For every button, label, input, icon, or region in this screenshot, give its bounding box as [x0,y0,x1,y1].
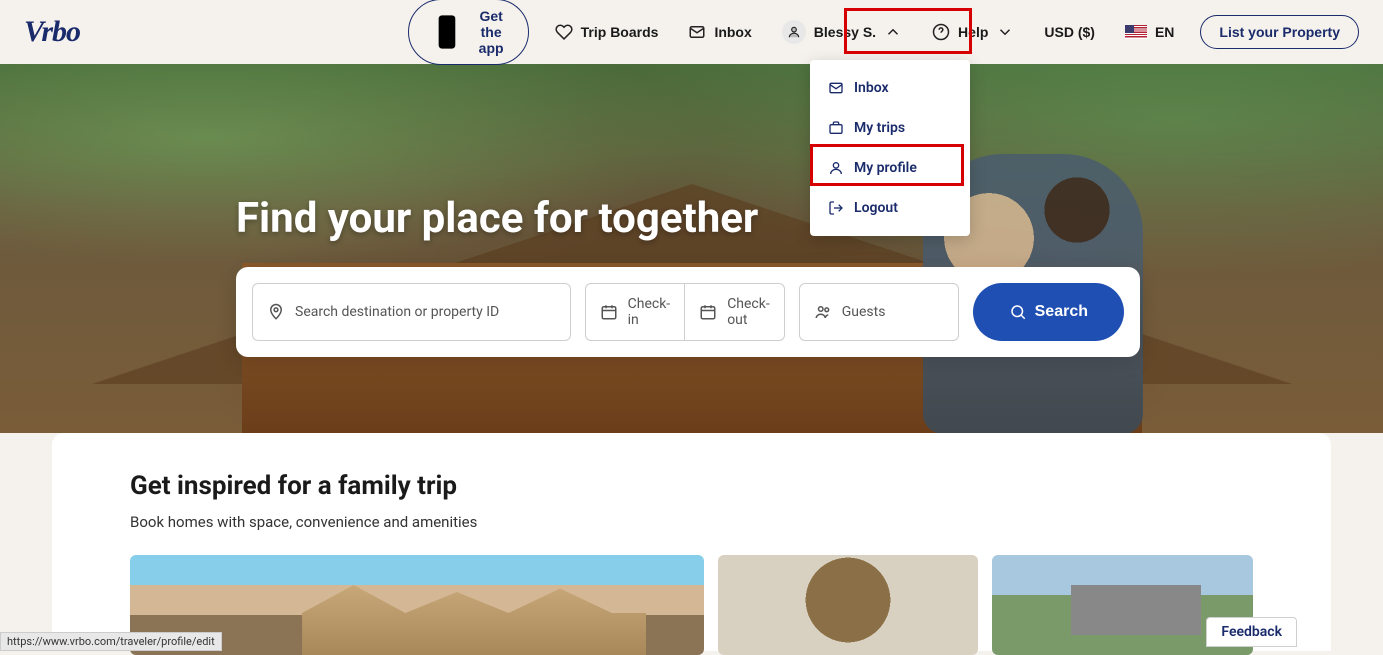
phone-icon [427,12,467,52]
avatar [782,20,806,44]
calendar-icon [699,303,717,321]
calendar-icon [600,303,618,321]
mail-icon [828,80,844,96]
dropdown-my-profile[interactable]: My profile [810,148,970,188]
search-icon [1009,303,1027,321]
language-label: EN [1155,24,1174,40]
dropdown-my-trips[interactable]: My trips [810,108,970,148]
search-button[interactable]: Search [973,283,1124,341]
section-title: Get inspired for a family trip [130,471,1253,501]
hero: Find your place for together Search dest… [0,64,1383,433]
dropdown-my-trips-label: My trips [854,120,905,136]
checkout-input[interactable]: Check-out [685,283,785,341]
person-icon [787,25,801,39]
destination-placeholder: Search destination or property ID [295,304,499,320]
destination-input[interactable]: Search destination or property ID [252,283,571,341]
pin-icon [267,303,285,321]
inbox-label: Inbox [714,24,751,40]
feedback-button[interactable]: Feedback [1206,617,1297,647]
trip-boards-link[interactable]: Trip Boards [551,15,663,49]
mail-icon [688,23,706,41]
get-the-app-button[interactable]: Get the app [408,0,529,65]
header-nav: Get the app Trip Boards Inbox Blessy S. … [408,0,1359,65]
checkin-input[interactable]: Check-in [585,283,686,341]
section-subtitle: Book homes with space, convenience and a… [130,513,1253,531]
get-the-app-label: Get the app [473,8,510,56]
user-icon [828,160,844,176]
logo[interactable]: Vrbo [24,15,80,49]
list-property-label: List your Property [1219,24,1340,40]
search-button-label: Search [1035,303,1088,321]
logout-icon [828,200,844,216]
dropdown-my-profile-label: My profile [854,160,917,176]
search-card: Search destination or property ID Check-… [236,267,1140,357]
header: Vrbo Get the app Trip Boards Inbox Bless… [0,0,1383,64]
recommendation-card[interactable] [718,555,979,655]
briefcase-icon [828,120,844,136]
recommendation-row [130,555,1253,655]
guests-icon [814,303,832,321]
list-property-button[interactable]: List your Property [1200,15,1359,49]
heart-icon [555,23,573,41]
dropdown-logout-label: Logout [854,200,898,216]
dropdown-logout[interactable]: Logout [810,188,970,228]
dropdown-inbox[interactable]: Inbox [810,68,970,108]
checkout-label: Check-out [727,296,770,328]
currency-selector[interactable]: USD ($) [1040,16,1099,48]
checkin-label: Check-in [628,296,671,328]
chevron-down-icon [996,23,1014,41]
dropdown-inbox-label: Inbox [854,80,889,96]
currency-label: USD ($) [1044,24,1095,40]
chevron-up-icon [884,23,902,41]
account-dropdown: Inbox My trips My profile Logout [810,60,970,236]
account-menu-button[interactable]: Blessy S. [778,12,906,52]
help-label: Help [958,24,988,40]
question-icon [932,23,950,41]
main-content: Get inspired for a family trip Book home… [52,433,1331,651]
help-menu[interactable]: Help [928,15,1018,49]
language-selector[interactable]: EN [1121,16,1178,48]
account-name: Blessy S. [814,24,876,40]
guests-label: Guests [842,304,886,320]
guests-input[interactable]: Guests [799,283,959,341]
trip-boards-label: Trip Boards [581,24,659,40]
flag-us-icon [1125,25,1147,39]
status-bar-url: https://www.vrbo.com/traveler/profile/ed… [0,632,222,651]
inbox-link[interactable]: Inbox [684,15,755,49]
